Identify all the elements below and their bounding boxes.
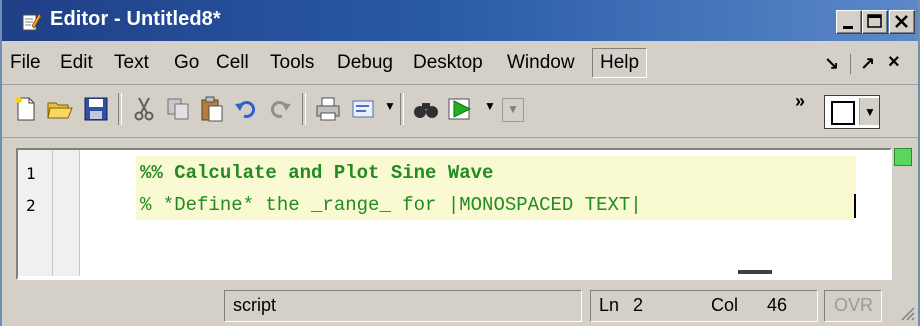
line-number: 1	[26, 164, 36, 183]
editor-app-icon	[22, 13, 41, 31]
file-type-field: script	[224, 290, 582, 322]
menu-text[interactable]: Text	[114, 52, 149, 74]
menu-debug[interactable]: Debug	[337, 52, 393, 74]
menu-edit[interactable]: Edit	[60, 52, 93, 74]
menu-help[interactable]: Help	[592, 48, 648, 78]
close-button[interactable]	[889, 10, 915, 34]
redo-icon[interactable]	[266, 95, 294, 123]
analysis-status-indicator[interactable]	[894, 148, 912, 166]
menu-cell[interactable]: Cell	[216, 52, 249, 74]
menu-file[interactable]: File	[10, 52, 41, 74]
dock-separator	[850, 54, 851, 74]
comment-dropdown-icon[interactable]: ▼	[384, 99, 396, 113]
menu-desktop[interactable]: Desktop	[413, 52, 483, 74]
cell-mode-dropdown[interactable]: ▼	[824, 95, 880, 129]
line-number: 2	[26, 196, 36, 215]
run-icon[interactable]	[446, 95, 474, 123]
code-editor[interactable]: 1 2 %% Calculate and Plot Sine Wave % *D…	[16, 148, 892, 280]
line-label: Ln	[599, 295, 620, 315]
toolbar-separator	[302, 93, 306, 125]
run-config-dropdown[interactable]: ▼	[502, 98, 524, 122]
menu-tools[interactable]: Tools	[270, 52, 314, 74]
title-bar[interactable]: Editor - Untitled8*	[2, 0, 918, 41]
toolbar: ▼ ▼ ▼ » ▼	[2, 85, 918, 138]
window-title: Editor - Untitled8*	[50, 8, 221, 30]
status-bar: script Ln 2 Col 46 OVR	[2, 286, 918, 326]
minimize-button[interactable]	[836, 10, 862, 34]
code-line-cell-title[interactable]: %% Calculate and Plot Sine Wave	[140, 162, 493, 184]
find-icon[interactable]	[412, 95, 440, 123]
undock-icon[interactable]: ↗	[860, 54, 875, 75]
dock-icon[interactable]: ↘	[824, 54, 839, 75]
cell-mode-dropdown-button[interactable]: ▼	[859, 98, 879, 125]
save-icon[interactable]	[82, 95, 110, 123]
maximize-button[interactable]	[862, 10, 888, 34]
cell-mode-icon	[831, 101, 855, 125]
maximize-icon	[867, 14, 882, 28]
chevron-down-icon: ▼	[864, 105, 876, 119]
toolbar-overflow-icon[interactable]: »	[795, 91, 805, 112]
resize-grip-icon[interactable]	[896, 302, 916, 322]
print-icon[interactable]	[314, 95, 342, 123]
horizontal-scroll-marker[interactable]	[738, 270, 772, 274]
editor-window: Editor - Untitled8* File Edit Text Go Ce…	[0, 0, 920, 326]
text-caret	[854, 194, 856, 218]
chevron-down-icon: ▼	[507, 102, 519, 116]
menu-go[interactable]: Go	[174, 52, 199, 74]
menu-window[interactable]: Window	[507, 52, 575, 74]
cut-icon[interactable]	[130, 95, 158, 123]
comment-icon[interactable]	[350, 95, 378, 123]
paste-icon[interactable]	[198, 95, 226, 123]
close-icon	[895, 15, 908, 28]
column-label: Col	[711, 295, 739, 315]
toolbar-separator	[118, 93, 122, 125]
undo-icon[interactable]	[232, 95, 260, 123]
open-folder-icon[interactable]	[46, 95, 74, 123]
close-document-icon[interactable]: ×	[888, 51, 900, 74]
cursor-position-field: Ln 2 Col 46	[590, 290, 818, 322]
new-file-icon[interactable]	[12, 95, 40, 123]
breakpoint-gutter[interactable]	[53, 150, 80, 276]
line-number-gutter: 1 2	[18, 150, 53, 276]
overwrite-mode-field: OVR	[824, 290, 882, 322]
line-value: 2	[633, 295, 644, 315]
menu-bar: File Edit Text Go Cell Tools Debug Deskt…	[2, 42, 918, 85]
column-value: 46	[767, 295, 788, 315]
code-line-comment[interactable]: % *Define* the _range_ for |MONOSPACED T…	[140, 194, 642, 216]
overwrite-mode-label: OVR	[834, 295, 874, 315]
toolbar-separator	[400, 93, 404, 125]
minimize-icon	[843, 26, 853, 29]
run-dropdown-icon[interactable]: ▼	[484, 99, 496, 113]
copy-icon[interactable]	[164, 95, 192, 123]
file-type-label: script	[233, 295, 277, 315]
